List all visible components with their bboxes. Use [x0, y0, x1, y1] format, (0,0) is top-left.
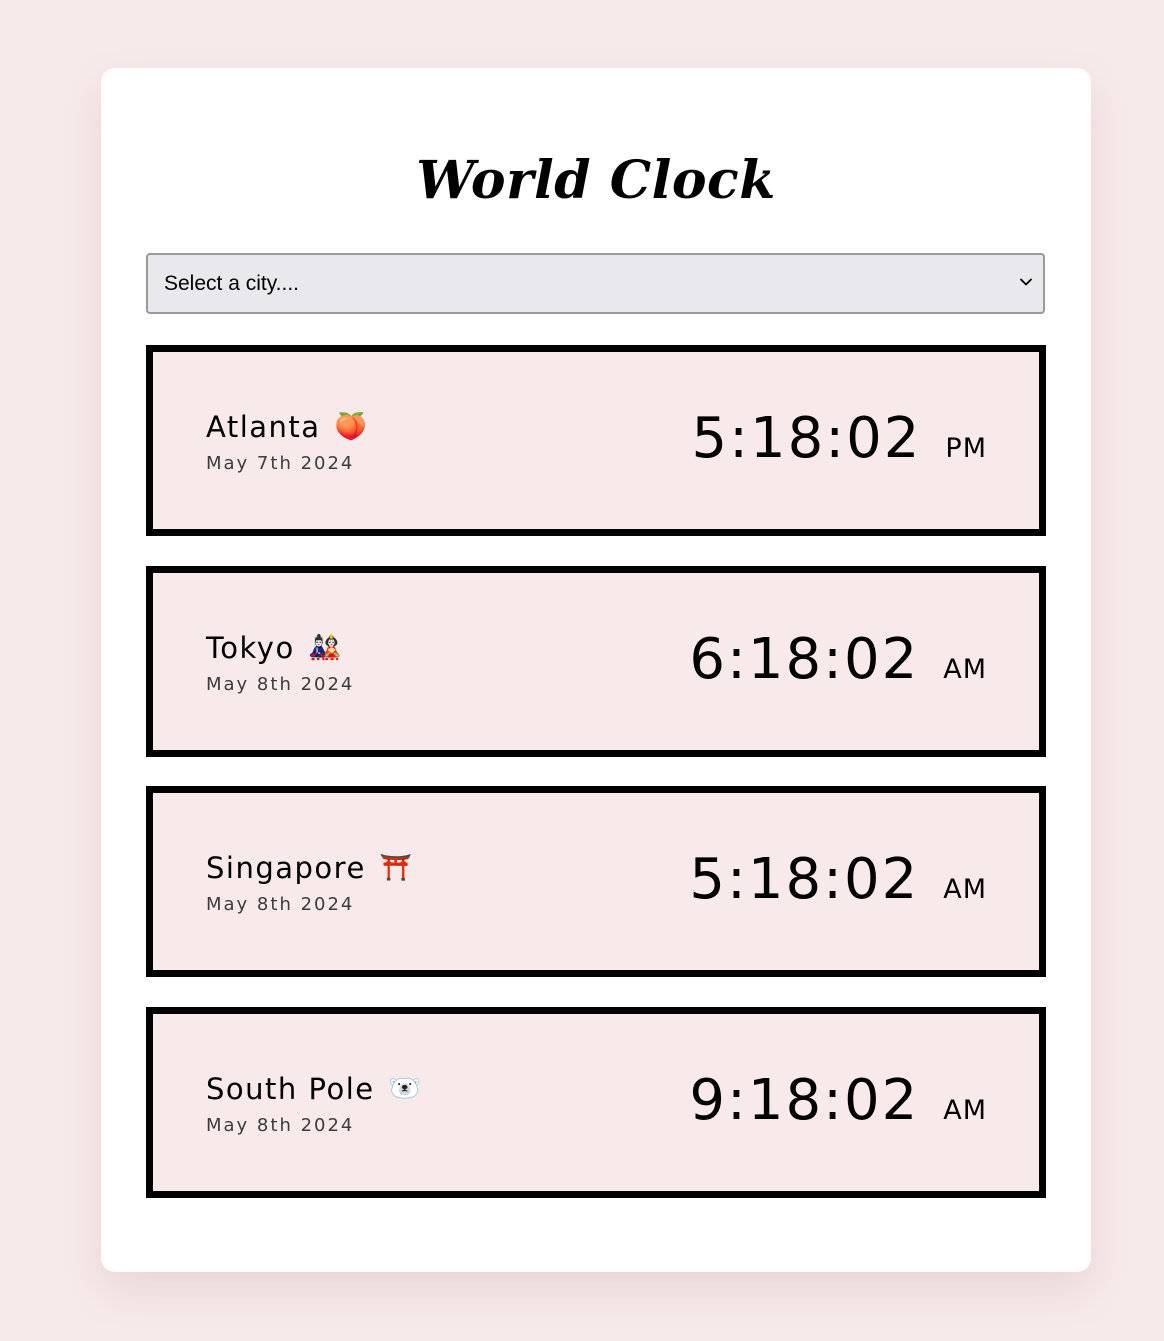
clock-value: 5:18:02 — [689, 847, 920, 912]
ampm-label: AM — [943, 1095, 987, 1126]
ampm-label: AM — [943, 654, 987, 685]
city-name: Tokyo 🎎 — [206, 631, 343, 665]
city-time: 5:18:02 PM — [692, 406, 987, 471]
dolls-icon: 🎎 — [308, 633, 343, 663]
city-date: May 8th 2024 — [206, 1115, 355, 1136]
world-clock-card: World Clock Select a city.... Atlanta 🍑 … — [101, 68, 1091, 1272]
clock-value: 9:18:02 — [689, 1068, 920, 1133]
ampm-label: AM — [943, 874, 987, 905]
city-row-atlanta: Atlanta 🍑 May 7th 2024 5:18:02 PM — [146, 345, 1046, 536]
city-row-singapore: Singapore ⛩️ May 8th 2024 5:18:02 AM — [146, 786, 1046, 977]
ampm-label: PM — [945, 433, 987, 464]
clock-value: 5:18:02 — [691, 406, 922, 471]
city-row-tokyo: Tokyo 🎎 May 8th 2024 6:18:02 AM — [146, 566, 1046, 757]
city-time: 5:18:02 AM — [689, 847, 987, 912]
torii-gate-icon: ⛩️ — [379, 853, 414, 883]
polar-bear-icon: 🐻‍❄️ — [388, 1074, 423, 1104]
city-select-value: Select a city.... — [164, 271, 299, 295]
peach-icon: 🍑 — [334, 412, 369, 442]
city-name: South Pole 🐻‍❄️ — [206, 1072, 423, 1106]
city-row-south-pole: South Pole 🐻‍❄️ May 8th 2024 9:18:02 AM — [146, 1007, 1046, 1198]
chevron-down-icon — [1020, 278, 1032, 286]
city-select[interactable]: Select a city.... — [146, 253, 1045, 314]
city-time: 6:18:02 AM — [689, 627, 987, 692]
clock-value: 6:18:02 — [689, 627, 920, 692]
city-date: May 8th 2024 — [206, 894, 355, 915]
city-date: May 8th 2024 — [206, 674, 355, 695]
city-name: Atlanta 🍑 — [206, 410, 369, 444]
city-name: Singapore ⛩️ — [206, 851, 414, 885]
city-date: May 7th 2024 — [206, 453, 355, 474]
city-time: 9:18:02 AM — [689, 1068, 987, 1133]
page-title: World Clock — [416, 150, 776, 211]
